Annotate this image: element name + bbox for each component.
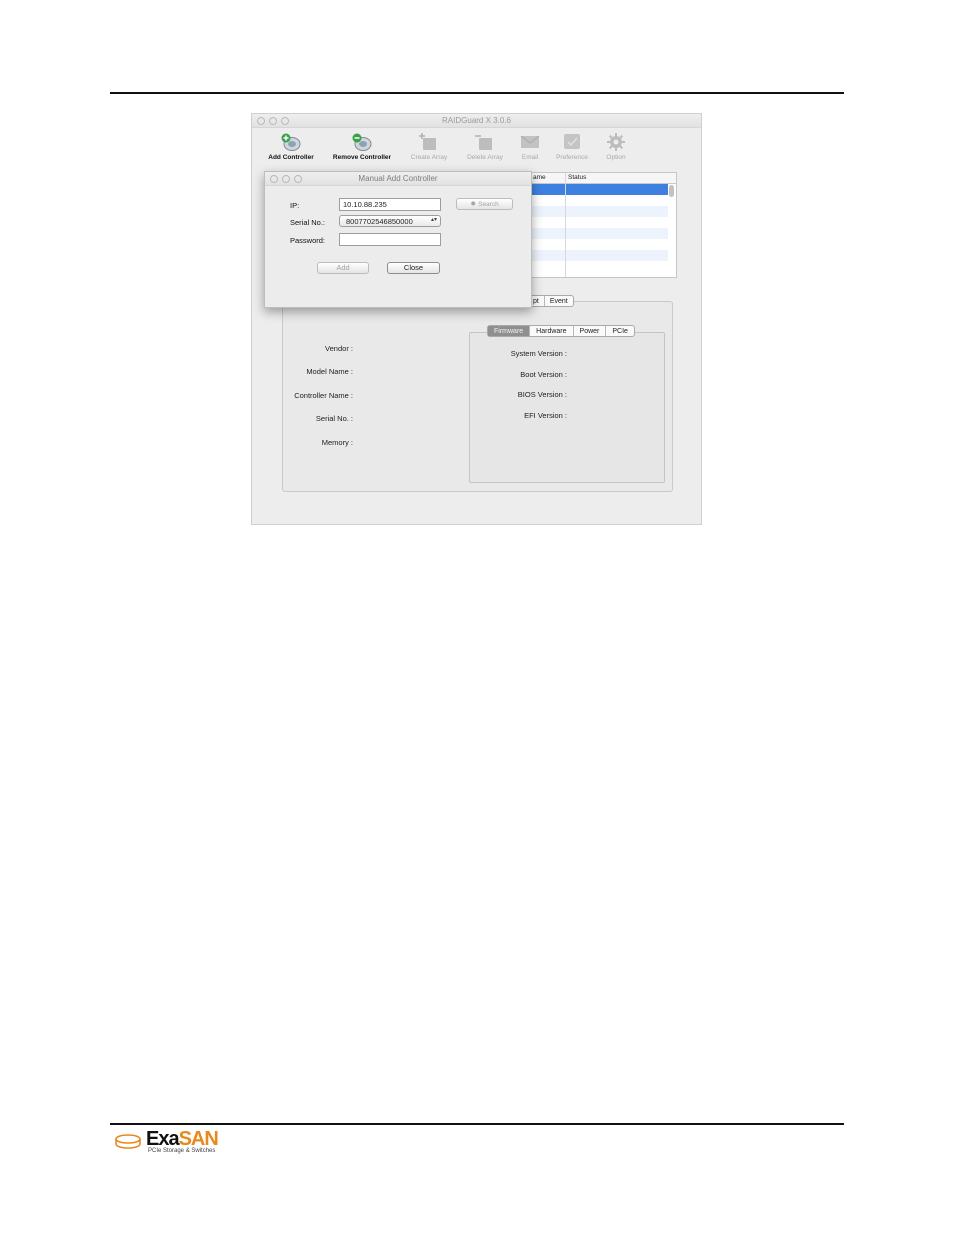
- logo-san-text: SAN: [178, 1128, 219, 1150]
- search-button-label: Search: [478, 201, 499, 208]
- tab-hardware[interactable]: Hardware: [529, 326, 572, 336]
- exasan-ring-icon: [115, 1134, 141, 1149]
- header-rule: [110, 92, 844, 94]
- exasan-logo: ExaSAN PCIe Storage & Switches: [114, 1128, 234, 1162]
- controller-name-label: Controller Name :: [294, 391, 353, 400]
- gear-icon: [607, 133, 625, 151]
- footer-rule: [110, 1123, 844, 1125]
- tab-pcie[interactable]: PCIe: [605, 326, 634, 336]
- tab-firmware[interactable]: Firmware: [488, 326, 530, 336]
- ip-field[interactable]: 10.10.88.235: [339, 198, 441, 211]
- ip-label: IP:: [290, 201, 300, 210]
- list-row[interactable]: [508, 228, 668, 239]
- serial-no-label: Serial No. :: [315, 414, 353, 423]
- manual-add-controller-dialog: Manual Add Controller IP: 10.10.88.235 S…: [264, 171, 532, 308]
- add-button[interactable]: Add: [317, 262, 369, 274]
- list-row[interactable]: [508, 261, 668, 272]
- list-row[interactable]: [508, 239, 668, 250]
- controller-list[interactable]: ame Status: [507, 172, 677, 278]
- window-title: RAIDGuard X 3.0.6: [442, 116, 511, 125]
- boot-version-label: Boot Version :: [520, 370, 567, 379]
- tab-event[interactable]: Event: [543, 296, 573, 306]
- list-row[interactable]: [508, 206, 668, 217]
- tab-power[interactable]: Power: [572, 326, 606, 336]
- list-header: ame Status: [508, 173, 676, 184]
- list-row[interactable]: [508, 195, 668, 206]
- create-array-icon: [419, 133, 436, 150]
- serial-no-value: 8007702546850000: [346, 217, 413, 226]
- password-field[interactable]: [339, 233, 441, 246]
- delete-array-icon: [475, 135, 492, 150]
- logo-tagline: PCIe Storage & Switches: [148, 1148, 216, 1154]
- version-tabs: Firmware Hardware Power PCIe: [487, 325, 635, 337]
- toolbar-label: Add Controller: [268, 154, 314, 161]
- search-button[interactable]: ✹ Search: [456, 198, 513, 210]
- list-scrollbar[interactable]: [669, 185, 674, 197]
- close-button[interactable]: Close: [387, 262, 440, 274]
- list-column-name[interactable]: ame: [533, 174, 546, 181]
- list-row[interactable]: [508, 250, 668, 261]
- updown-arrows-icon: ▴▾: [430, 217, 437, 223]
- toolbar-remove-controller[interactable]: Remove Controller: [327, 132, 397, 161]
- dialog-titlebar[interactable]: Manual Add Controller: [265, 172, 531, 186]
- toolbar-label: Option: [606, 154, 626, 161]
- list-row-selected[interactable]: [508, 184, 668, 195]
- dialog-title: Manual Add Controller: [358, 174, 438, 183]
- window-titlebar[interactable]: RAIDGuard X 3.0.6: [252, 114, 701, 128]
- remove-controller-icon: [352, 133, 372, 151]
- bios-version-label: BIOS Version :: [517, 390, 567, 399]
- system-version-label: System Version :: [510, 349, 567, 358]
- memory-label: Memory :: [321, 438, 353, 447]
- serial-no-label: Serial No.:: [290, 218, 326, 227]
- preference-icon: [564, 134, 580, 149]
- model-name-label: Model Name :: [306, 367, 353, 376]
- vendor-label: Vendor :: [325, 344, 353, 353]
- toolbar-label: Remove Controller: [332, 154, 392, 161]
- info-tabs: pt Event: [527, 295, 574, 307]
- toolbar-option[interactable]: Option: [581, 132, 651, 161]
- efi-version-label: EFI Version :: [524, 411, 567, 420]
- toolbar-add-controller[interactable]: Add Controller: [256, 132, 326, 161]
- logo-exa-text: Exa: [146, 1128, 180, 1150]
- serial-no-select[interactable]: 8007702546850000 ▴▾: [339, 215, 441, 227]
- list-row[interactable]: [508, 217, 668, 228]
- column-divider: [565, 173, 566, 277]
- add-controller-icon: [281, 133, 301, 151]
- search-spinner-icon: ✹: [470, 201, 477, 208]
- password-label: Password:: [290, 236, 326, 245]
- list-column-status[interactable]: Status: [568, 174, 586, 181]
